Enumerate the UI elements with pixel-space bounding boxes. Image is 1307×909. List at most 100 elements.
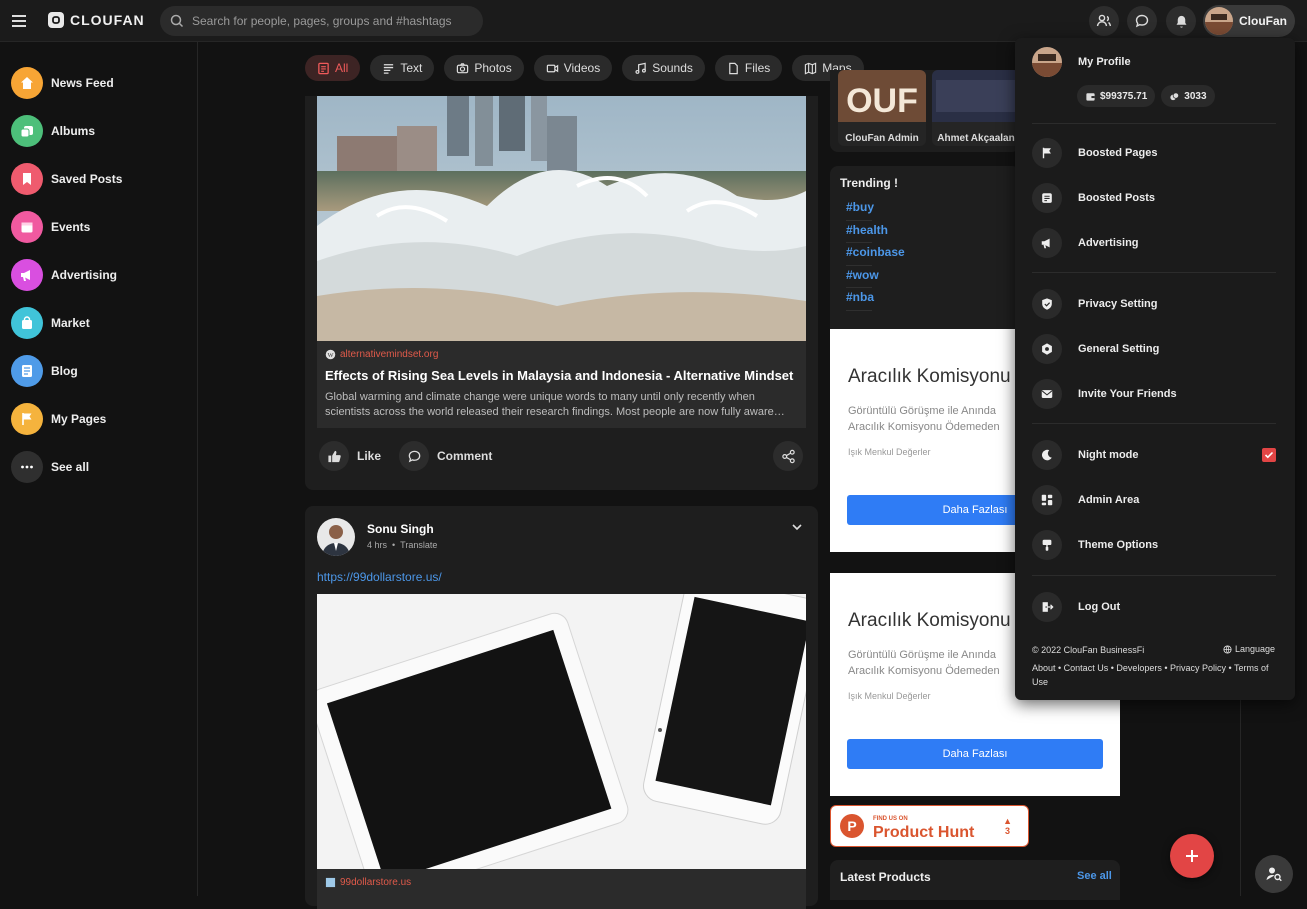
comment-button[interactable]: Comment: [399, 441, 492, 471]
sidebar-item-market[interactable]: Market: [0, 299, 197, 347]
create-post-button[interactable]: [1170, 834, 1214, 878]
user-name: ClouFan: [1239, 14, 1287, 28]
menu-item-theme-options[interactable]: Theme Options: [1032, 530, 1158, 560]
sidebar-item-my-pages[interactable]: My Pages: [0, 395, 197, 443]
chat-icon: [1134, 13, 1150, 29]
menu-item-label: Advertising: [1078, 237, 1139, 249]
camera-icon: [456, 62, 469, 75]
link-preview[interactable]: W alternativemindset.org Effects of Risi…: [317, 341, 806, 428]
plus-icon: [1184, 848, 1200, 864]
hamburger-menu-icon[interactable]: [10, 12, 28, 30]
menu-item-boosted-pages[interactable]: Boosted Pages: [1032, 138, 1157, 168]
map-icon: [804, 62, 817, 75]
find-friends-button[interactable]: [1255, 855, 1293, 893]
filter-sounds[interactable]: Sounds: [622, 55, 705, 81]
user-menu-button[interactable]: ClouFan: [1203, 5, 1295, 37]
product-hunt-badge[interactable]: P FIND US ON Product Hunt ▲ 3: [830, 805, 1029, 847]
menu-divider: [1032, 272, 1276, 273]
search-input[interactable]: [192, 14, 472, 28]
page-card[interactable]: OUF ClouFan Admin: [838, 70, 926, 146]
hashtag-link[interactable]: #coinbase: [846, 243, 905, 266]
search-icon: [170, 14, 184, 28]
filter-files[interactable]: Files: [714, 55, 783, 81]
chevron-down-icon[interactable]: [791, 521, 803, 533]
sidebar-item-label: My Pages: [51, 412, 107, 426]
night-mode-checkbox[interactable]: [1262, 448, 1276, 462]
sidebar-item-events[interactable]: Events: [0, 203, 197, 251]
megaphone-icon: [1032, 228, 1062, 258]
sidebar-item-advertising[interactable]: Advertising: [0, 251, 197, 299]
all-posts-icon: [317, 62, 330, 75]
friend-requests-button[interactable]: [1089, 6, 1119, 36]
menu-item-admin-area[interactable]: Admin Area: [1032, 485, 1139, 515]
menu-item-privacy-setting[interactable]: Privacy Setting: [1032, 289, 1157, 319]
menu-item-my-profile[interactable]: My Profile: [1032, 47, 1131, 77]
post-card: Sonu Singh 4 hrs • Translate https://99dol…: [305, 506, 818, 909]
messages-button[interactable]: [1127, 6, 1157, 36]
music-icon: [634, 62, 647, 75]
menu-item-general-setting[interactable]: General Setting: [1032, 334, 1159, 364]
link-domain: 99dollarstore.us: [340, 877, 412, 888]
hashtag-link[interactable]: #health: [846, 221, 888, 243]
moon-icon: [1032, 440, 1062, 470]
menu-item-boosted-posts[interactable]: Boosted Posts: [1032, 183, 1155, 213]
post-meta: 4 hrs • Translate: [367, 540, 437, 550]
translate-link[interactable]: Translate: [400, 540, 437, 550]
link-title: Effects of Rising Sea Levels in Malaysia…: [325, 368, 794, 383]
site-favicon-icon: [325, 877, 336, 888]
page-name: ClouFan Admin: [845, 133, 919, 144]
sidebar-item-saved-posts[interactable]: Saved Posts: [0, 155, 197, 203]
footer-links[interactable]: About • Contact Us • Developers • Privac…: [1032, 661, 1282, 689]
filter-videos[interactable]: Videos: [533, 55, 613, 81]
post-link-image[interactable]: [317, 594, 806, 869]
latest-products-widget: Latest Products See all: [830, 860, 1120, 900]
sidebar-item-news-feed[interactable]: News Feed: [0, 59, 197, 107]
post-link[interactable]: https://99dollarstore.us/: [317, 570, 442, 584]
link-preview[interactable]: 99dollarstore.us: [317, 869, 806, 909]
sidebar-item-blog[interactable]: Blog: [0, 347, 197, 395]
mail-icon: [1032, 379, 1062, 409]
logo-icon: [48, 12, 64, 28]
sidebar-item-label: Events: [51, 220, 91, 234]
logout-icon: [1032, 592, 1062, 622]
post-link-image[interactable]: [317, 96, 806, 341]
menu-item-invite-friends[interactable]: Invite Your Friends: [1032, 379, 1177, 409]
wallet-balance[interactable]: $99375.71: [1077, 85, 1156, 107]
video-icon: [546, 62, 559, 75]
app-logo[interactable]: CLOUFAN: [48, 12, 145, 28]
notifications-button[interactable]: [1166, 6, 1196, 36]
trending-title: Trending !: [840, 176, 898, 190]
page-cover: [932, 70, 1020, 122]
post-card: W alternativemindset.org Effects of Risi…: [305, 96, 818, 490]
filter-photos[interactable]: Photos: [444, 55, 524, 81]
share-button[interactable]: [773, 441, 803, 471]
filter-all[interactable]: All: [305, 55, 361, 81]
menu-item-night-mode[interactable]: Night mode: [1032, 440, 1276, 470]
post-time[interactable]: 4 hrs: [367, 540, 387, 550]
filter-text[interactable]: Text: [370, 55, 435, 81]
hashtag-link[interactable]: #buy: [846, 198, 874, 221]
flag-icon: [11, 403, 43, 435]
page-card[interactable]: Ahmet Akçaalan: [932, 70, 1020, 146]
meta-dot: •: [392, 540, 396, 550]
author-avatar[interactable]: [317, 518, 355, 556]
sidebar-item-albums[interactable]: Albums: [0, 107, 197, 155]
hashtag-link[interactable]: #nba: [846, 288, 874, 311]
like-button[interactable]: Like: [319, 441, 381, 471]
author-name[interactable]: Sonu Singh: [367, 522, 434, 536]
search-bar[interactable]: [160, 6, 483, 36]
points-balance[interactable]: 3033: [1161, 85, 1215, 107]
see-all-link[interactable]: See all: [1077, 870, 1112, 882]
menu-divider: [1032, 575, 1276, 576]
menu-item-log-out[interactable]: Log Out: [1032, 592, 1120, 622]
product-hunt-votes: ▲ 3: [1003, 816, 1012, 836]
shield-check-icon: [1032, 289, 1062, 319]
menu-item-advertising[interactable]: Advertising: [1032, 228, 1139, 258]
sidebar-item-see-all[interactable]: See all: [0, 443, 197, 491]
link-source: 99dollarstore.us: [325, 877, 798, 888]
more-icon: [11, 451, 43, 483]
language-selector[interactable]: Language: [1223, 644, 1275, 654]
ad-more-button[interactable]: Daha Fazlası: [847, 739, 1103, 769]
megaphone-icon: [11, 259, 43, 291]
hashtag-link[interactable]: #wow: [846, 266, 879, 288]
